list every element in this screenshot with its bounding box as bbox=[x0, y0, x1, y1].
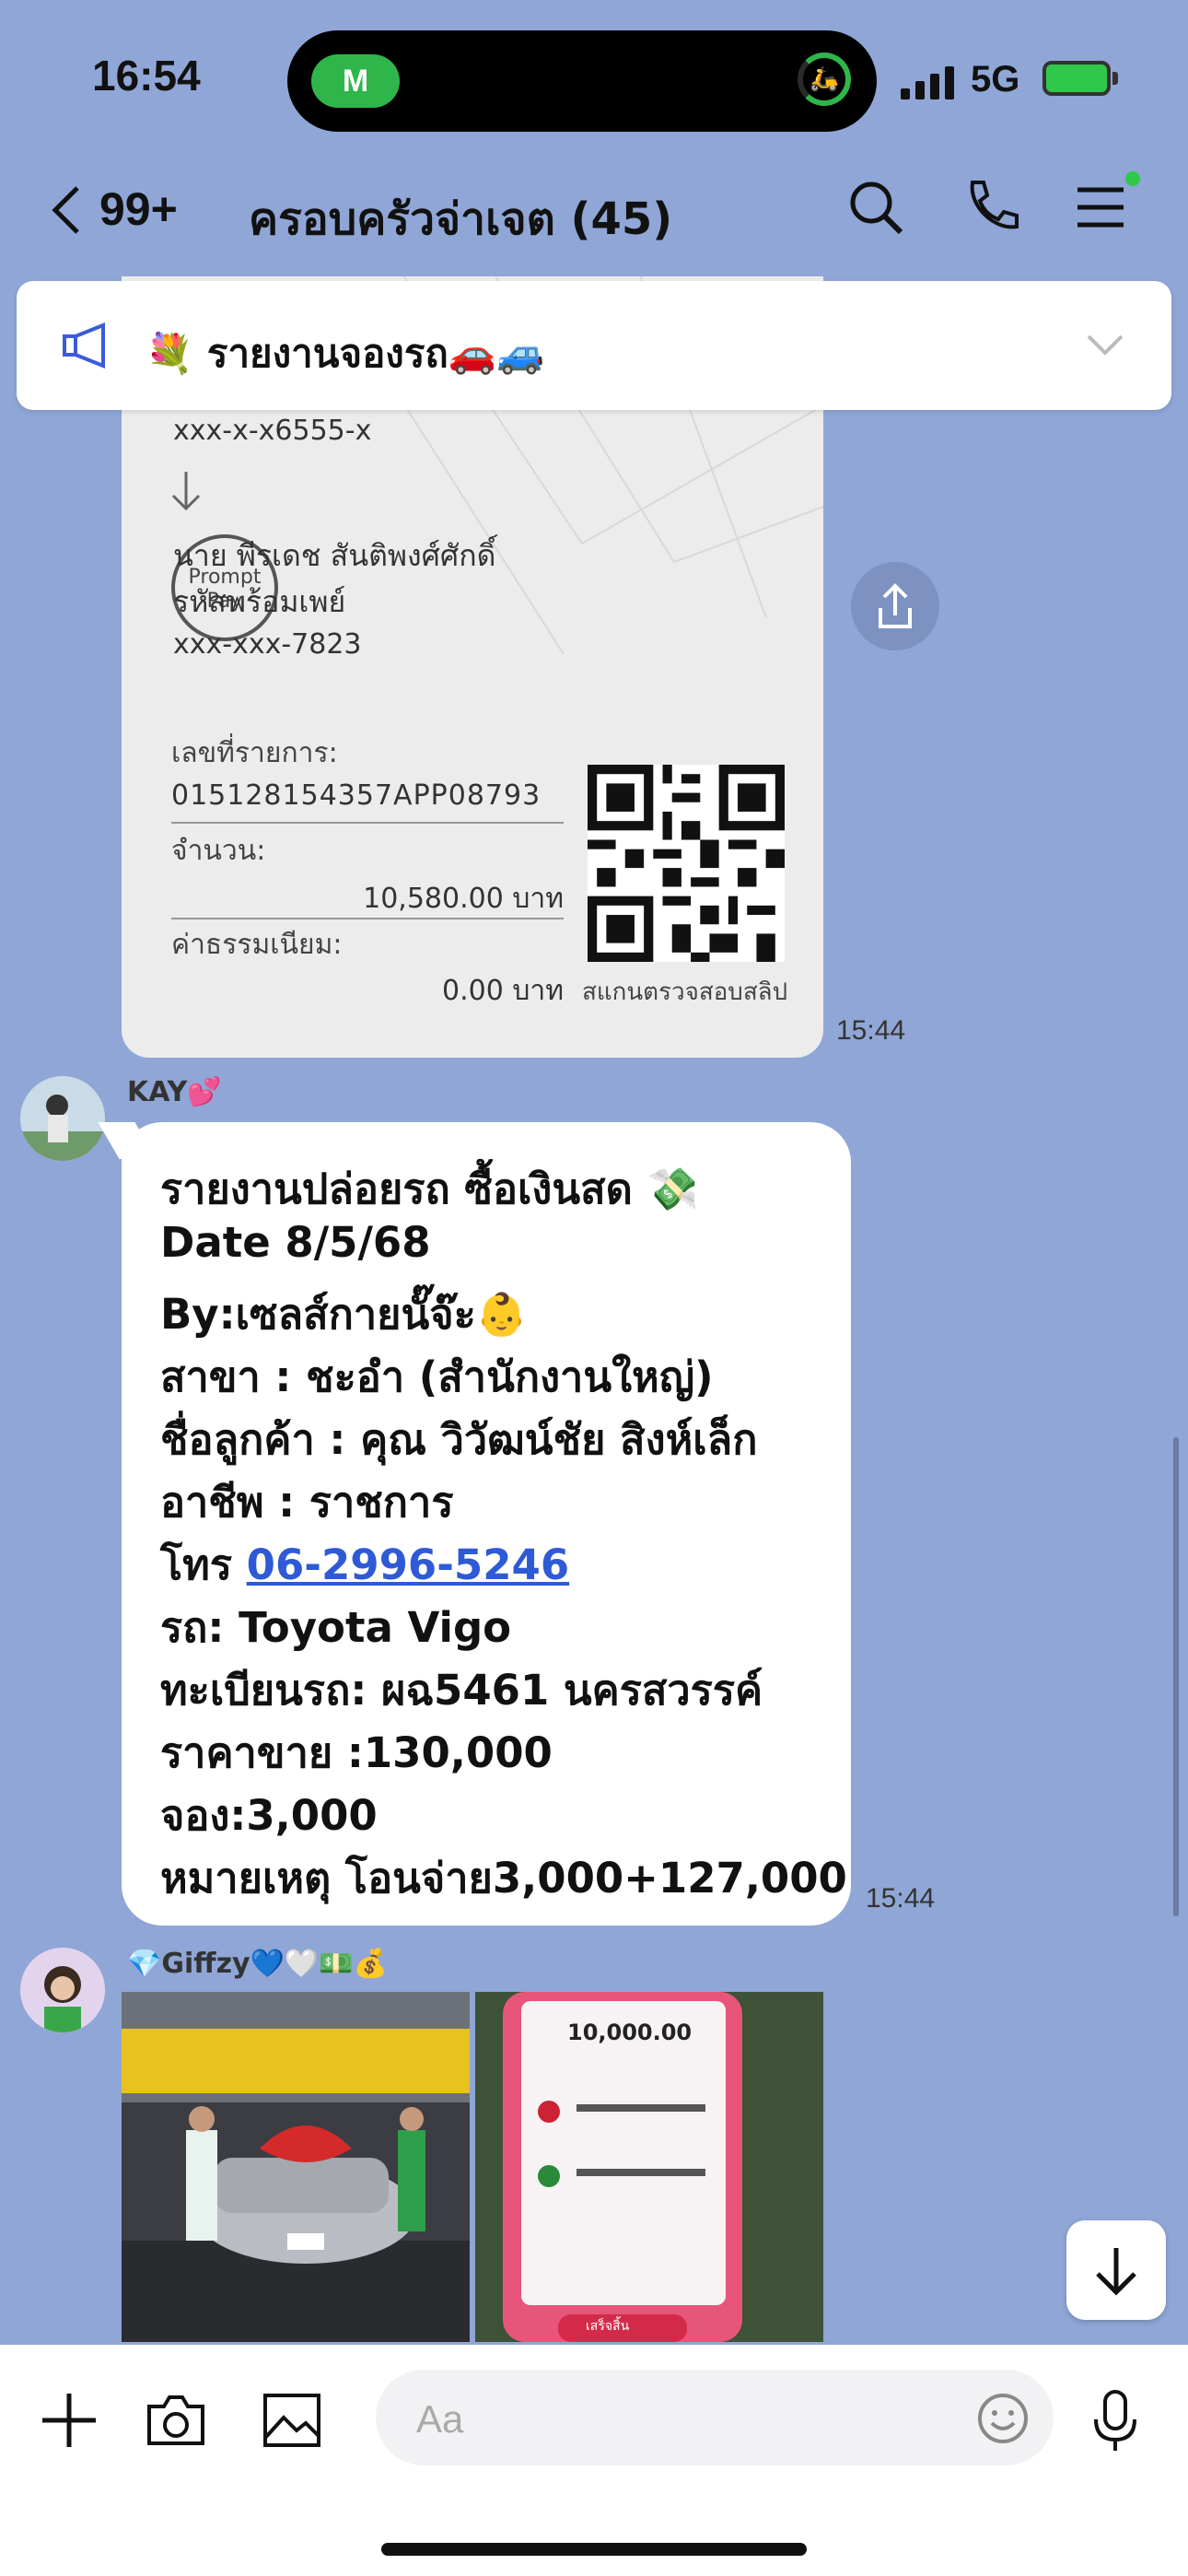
emoji-icon[interactable] bbox=[976, 2392, 1030, 2445]
slip-amount-label: จำนวน: bbox=[171, 835, 266, 867]
message-line: สาขา : ชะอำ (สำนักงานใหญ่) bbox=[160, 1352, 714, 1401]
home-indicator[interactable] bbox=[381, 2543, 807, 2556]
microphone-icon[interactable] bbox=[1083, 2388, 1147, 2453]
camera-icon[interactable] bbox=[144, 2388, 208, 2453]
sender-name: KAY💕 bbox=[127, 1076, 222, 1108]
sender-name: 💎Giffzy💙🤍💵💰 bbox=[127, 1948, 388, 1980]
avatar[interactable] bbox=[20, 1948, 105, 2032]
notification-dot bbox=[1125, 171, 1140, 186]
unread-count[interactable]: 99+ bbox=[99, 182, 178, 236]
battery-tip bbox=[1112, 72, 1118, 85]
message-line: รถ: Toyota Vigo bbox=[160, 1603, 512, 1652]
message-line: By:เซลส์กายนั๊จ๊ะ👶 bbox=[160, 1290, 528, 1339]
plus-icon[interactable] bbox=[37, 2388, 101, 2453]
menu-icon[interactable] bbox=[1068, 175, 1133, 240]
slip-fee-label: ค่าธรรมเนียม: bbox=[171, 929, 343, 961]
chevron-left-icon bbox=[52, 186, 79, 234]
megaphone-icon bbox=[63, 322, 105, 369]
slip-divider bbox=[171, 822, 564, 824]
island-app-icon[interactable]: M bbox=[311, 54, 400, 108]
slip-from-account: xxx-x-x6555-x bbox=[173, 415, 372, 447]
signal-icon bbox=[901, 66, 954, 100]
slip-divider bbox=[171, 918, 564, 919]
slip-recipient-name: นาย พีรเดช สันติพงศ์ศักดิ์ bbox=[173, 538, 496, 573]
dynamic-island: M 🛵 bbox=[287, 30, 877, 132]
slip-ref-label: เลขที่รายการ: bbox=[171, 737, 338, 769]
message-time: 15:44 bbox=[836, 1015, 906, 1046]
message-line-phone: โทร 06-2996-5246 bbox=[160, 1531, 569, 1598]
message-time: 15:44 bbox=[866, 1883, 936, 1914]
input-placeholder: Aa bbox=[416, 2397, 464, 2441]
announcement-text: 💐 รายงานจองรถ🚗🚙 bbox=[146, 331, 545, 376]
message-line: รายงานปล่อยรถ ซื้อเงินสด 💸 bbox=[160, 1165, 699, 1213]
scooter-progress-icon: 🛵 bbox=[798, 53, 851, 106]
message-input[interactable]: Aa bbox=[376, 2370, 1054, 2465]
search-icon[interactable] bbox=[844, 175, 908, 240]
announcement-bar[interactable]: 💐 รายงานจองรถ🚗🚙 bbox=[17, 281, 1171, 410]
message-line: ทะเบียนรถ: ผฉ5461 นครสวรรค์ bbox=[160, 1666, 763, 1715]
slip-recipient-account: xxx-xxx-7823 bbox=[173, 628, 362, 661]
transfer-receipt-photo[interactable]: 10,000.00 เสร็จสิ้น bbox=[475, 1992, 823, 2342]
image-icon[interactable] bbox=[260, 2388, 324, 2453]
slip-recipient-type: รหัสพร้อมเพย์ bbox=[173, 584, 346, 619]
battery-icon bbox=[1042, 61, 1111, 96]
avatar[interactable] bbox=[20, 1076, 105, 1161]
status-time: 16:54 bbox=[92, 52, 201, 100]
message-line: อาชีพ : ราชการ bbox=[160, 1478, 454, 1527]
slip-ref-value: 015128154357APP08793 bbox=[171, 779, 542, 812]
network-type: 5G bbox=[971, 59, 1020, 100]
back-button[interactable] bbox=[48, 182, 85, 250]
message-line: หมายเหตุ โอนจ่าย3,000+127,000 bbox=[160, 1854, 847, 1903]
message-line: ชื่อลูกค้า : คุณ วิวัฒน์ชัย สิงห์เล็ก bbox=[160, 1415, 758, 1464]
qr-code bbox=[588, 765, 785, 962]
phone-link[interactable]: 06-2996-5246 bbox=[247, 1540, 569, 1589]
chevron-down-icon[interactable] bbox=[1085, 331, 1125, 358]
message-line: ราคาขาย :130,000 bbox=[160, 1728, 553, 1777]
share-icon bbox=[879, 583, 912, 628]
scroll-to-bottom-button[interactable] bbox=[1066, 2220, 1166, 2320]
slip-fee-value: 0.00 บาท bbox=[442, 975, 564, 1007]
phone-label: โทร bbox=[160, 1540, 247, 1589]
car-delivery-photo[interactable] bbox=[122, 1992, 470, 2342]
arrow-down-icon bbox=[1096, 2248, 1136, 2296]
receipt-done-button: เสร็จสิ้น bbox=[586, 2319, 630, 2334]
message-line: จอง:3,000 bbox=[160, 1791, 378, 1840]
arrow-down-icon bbox=[171, 472, 201, 511]
share-button[interactable] bbox=[851, 562, 939, 650]
message-line: Date 8/5/68 bbox=[160, 1218, 431, 1267]
slip-amount-value: 10,580.00 บาท bbox=[363, 883, 564, 915]
receipt-amount: 10,000.00 bbox=[567, 2020, 693, 2045]
scrollbar[interactable] bbox=[1173, 1437, 1179, 1916]
message-bubble[interactable]: รายงานปล่อยรถ ซื้อเงินสด 💸 Date 8/5/68 B… bbox=[122, 1122, 851, 1926]
group-title[interactable]: ครอบครัวจ่าเจต (45) bbox=[249, 184, 672, 254]
phone-call-icon[interactable] bbox=[958, 175, 1022, 240]
slip-qr-caption: สแกนตรวจสอบสลิป bbox=[582, 978, 788, 1006]
